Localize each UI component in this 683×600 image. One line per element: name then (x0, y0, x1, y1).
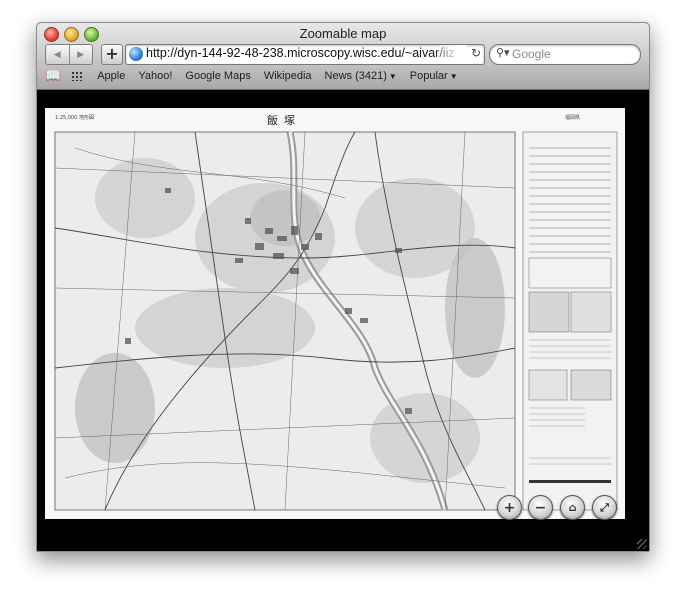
map-header-left: 1:25,000 地形図 (55, 115, 94, 121)
bookmark-yahoo[interactable]: Yahoo! (138, 70, 172, 82)
history-nav: ◀ ▶ (45, 44, 93, 65)
url-fade (432, 45, 466, 64)
triangle-right-icon: ▶ (77, 49, 85, 60)
reload-button[interactable]: ↻ (471, 46, 481, 60)
plus-icon: + (503, 499, 516, 516)
bookmark-label: Wikipedia (263, 70, 312, 82)
search-field[interactable]: ⚲▾ (489, 44, 641, 65)
bookmark-label: Apple (97, 70, 126, 82)
back-button[interactable]: ◀ (46, 45, 69, 64)
add-bookmark-button[interactable]: + (101, 44, 123, 65)
triangle-left-icon: ◀ (53, 49, 61, 60)
topographic-map-drawing (45, 108, 625, 519)
search-input[interactable] (512, 46, 632, 62)
fullscreen-button[interactable]: ⤢ (592, 495, 617, 520)
plus-icon: + (105, 44, 119, 63)
window-title: Zoomable map (299, 26, 387, 41)
page-content: 1:25,000 地形図 飯塚 福岡県 (37, 90, 649, 551)
reload-icon: ↻ (470, 46, 481, 60)
bookmark-label: Popular (409, 70, 448, 82)
search-icon[interactable]: ⚲▾ (496, 46, 510, 59)
titlebar: Zoomable map ◀ ▶ + http://dyn-144-92-48-… (37, 23, 649, 90)
chevron-down-icon: ▼ (449, 72, 458, 81)
zoom-out-button[interactable]: − (528, 495, 553, 520)
map-header-right: 福岡県 (565, 115, 581, 121)
bookmark-folder-news[interactable]: News (3421) ▼ (325, 70, 397, 82)
bookmark-wikipedia[interactable]: Wikipedia (264, 70, 312, 82)
bookmark-label: News (3421) (324, 70, 387, 82)
globe-icon (129, 47, 143, 61)
minus-icon: − (534, 499, 547, 516)
forward-button[interactable]: ▶ (68, 45, 93, 64)
fullscreen-icon: ⤢ (600, 500, 609, 514)
bookmarks-bar: 📖 Apple Yahoo! Google Maps Wikipedia New… (45, 68, 471, 84)
bookmark-label: Yahoo! (138, 70, 173, 82)
map-sheet-title: 飯塚 (267, 114, 301, 127)
bookmark-apple[interactable]: Apple (97, 70, 125, 82)
home-icon: ⌂ (568, 501, 577, 514)
top-sites-grid-icon[interactable] (71, 71, 84, 81)
zoom-in-button[interactable]: + (497, 495, 522, 520)
chevron-down-icon: ▼ (388, 72, 397, 81)
bookmark-folder-popular[interactable]: Popular ▼ (410, 70, 458, 82)
address-bar[interactable]: http://dyn-144-92-48-238.microscopy.wisc… (125, 44, 485, 65)
reset-view-button[interactable]: ⌂ (560, 495, 585, 520)
book-icon[interactable]: 📖 (45, 68, 61, 84)
url-text[interactable]: http://dyn-144-92-48-238.microscopy.wisc… (146, 46, 455, 60)
resize-grip[interactable] (637, 539, 647, 549)
bookmark-google-maps[interactable]: Google Maps (185, 70, 250, 82)
browser-window: Zoomable map ◀ ▶ + http://dyn-144-92-48-… (36, 22, 650, 552)
bookmark-label: Google Maps (185, 70, 251, 82)
zoomable-map-image[interactable]: 1:25,000 地形図 飯塚 福岡県 (45, 108, 625, 519)
